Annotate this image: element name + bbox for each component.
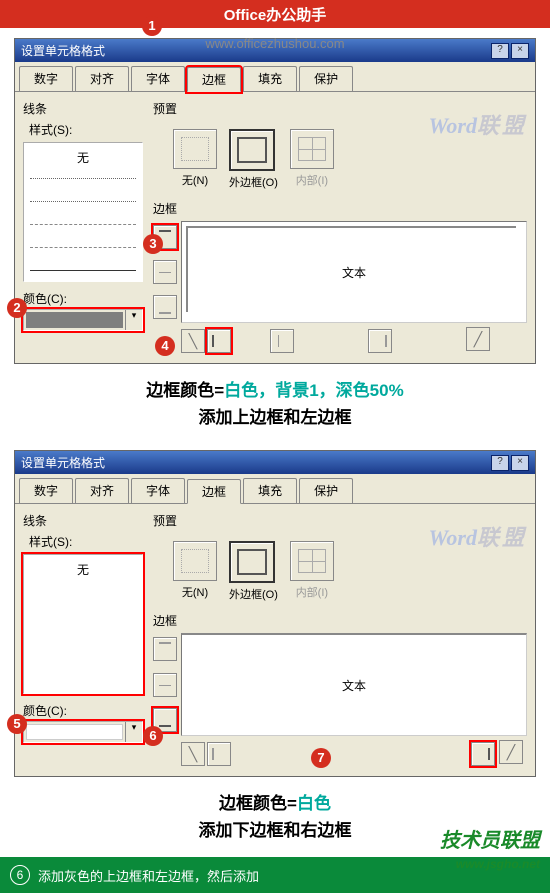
marker-3: 3 bbox=[143, 234, 163, 254]
dialog-1: 设置单元格格式 ? × 数字 对齐 字体 边框 填充 保护 Word联盟 线条 … bbox=[14, 38, 536, 364]
dialog-title: 设置单元格格式 bbox=[21, 454, 105, 471]
preset-inner[interactable]: 内部(I) bbox=[290, 541, 334, 602]
titlebar: 设置单元格格式 ? × bbox=[15, 451, 535, 474]
marker-4: 4 bbox=[155, 336, 175, 356]
style-label: 样式(S): bbox=[29, 533, 143, 550]
color-selector[interactable]: ▾ bbox=[23, 309, 143, 331]
preset-none[interactable]: 无(N) bbox=[173, 129, 217, 190]
dialog-body: Word联盟 线条 样式(S): 无 2 颜色(C): ▾ 预置 bbox=[15, 92, 535, 363]
style-none-option[interactable]: 无 bbox=[28, 559, 138, 580]
footer-logo: 技术员联盟 bbox=[440, 824, 540, 853]
preset-inner[interactable]: 内部(I) bbox=[290, 129, 334, 190]
style-option[interactable] bbox=[30, 247, 136, 260]
color-swatch bbox=[26, 724, 123, 740]
border-right-button[interactable] bbox=[471, 742, 495, 766]
step-text: 添加灰色的上边框和左边框，然后添加 bbox=[38, 866, 259, 885]
preset-outer-icon bbox=[237, 549, 267, 575]
dialog-2: 设置单元格格式 ? × 数字 对齐 字体 边框 填充 保护 Word联盟 线条 … bbox=[14, 450, 536, 777]
style-option[interactable] bbox=[30, 178, 136, 191]
lines-label: 线条 bbox=[23, 100, 143, 117]
tab-number[interactable]: 数字 bbox=[19, 478, 73, 503]
side-buttons bbox=[153, 633, 177, 736]
color-label: 颜色(C): bbox=[23, 702, 143, 719]
border-left-button[interactable] bbox=[207, 742, 231, 766]
top-banner: Office办公助手 bbox=[0, 0, 550, 28]
close-button[interactable]: × bbox=[511, 455, 529, 471]
watermark: Word联盟 bbox=[428, 520, 527, 552]
diag-down-button[interactable]: ╲ bbox=[181, 742, 205, 766]
tab-align[interactable]: 对齐 bbox=[75, 66, 129, 91]
tab-align[interactable]: 对齐 bbox=[75, 478, 129, 503]
marker-1: 1 bbox=[142, 16, 162, 36]
border-left-button[interactable] bbox=[207, 329, 231, 353]
border-bottom-button[interactable] bbox=[153, 295, 177, 319]
color-label: 颜色(C): bbox=[23, 290, 143, 307]
border-middle-button[interactable] bbox=[153, 260, 177, 284]
style-label: 样式(S): bbox=[29, 121, 143, 138]
color-swatch bbox=[26, 312, 123, 328]
color-dropdown-icon[interactable]: ▾ bbox=[125, 310, 142, 330]
marker-5: 5 bbox=[7, 714, 27, 734]
border-top-button[interactable] bbox=[153, 637, 177, 661]
tab-strip: 数字 对齐 字体 边框 填充 保护 bbox=[15, 474, 535, 504]
tab-protect[interactable]: 保护 bbox=[299, 478, 353, 503]
preset-inner-icon bbox=[298, 549, 326, 573]
diag-up-button[interactable]: ╱ bbox=[466, 327, 490, 351]
style-option[interactable] bbox=[30, 201, 136, 214]
preset-outer-icon bbox=[237, 137, 267, 163]
preset-outer[interactable]: 外边框(O) bbox=[229, 129, 278, 190]
help-button[interactable]: ? bbox=[491, 455, 509, 471]
color-selector[interactable]: ▾ bbox=[23, 721, 143, 743]
tab-protect[interactable]: 保护 bbox=[299, 66, 353, 91]
tab-font[interactable]: 字体 bbox=[131, 478, 185, 503]
tab-fill[interactable]: 填充 bbox=[243, 478, 297, 503]
preset-none-icon bbox=[181, 137, 209, 161]
marker-7: 7 bbox=[311, 748, 331, 768]
preset-outer[interactable]: 外边框(O) bbox=[229, 541, 278, 602]
preset-none[interactable]: 无(N) bbox=[173, 541, 217, 602]
border-right-button[interactable] bbox=[368, 329, 392, 353]
marker-6: 6 bbox=[143, 726, 163, 746]
tab-border[interactable]: 边框 bbox=[187, 479, 241, 504]
left-column: 线条 样式(S): 无 2 颜色(C): ▾ bbox=[23, 100, 143, 355]
border-middle-button[interactable] bbox=[153, 673, 177, 697]
border-label: 边框 bbox=[153, 200, 527, 217]
style-option[interactable] bbox=[30, 224, 136, 237]
style-none-option[interactable]: 无 bbox=[28, 147, 138, 168]
left-column: 线条 样式(S): 无 5 颜色(C): ▾ bbox=[23, 512, 143, 768]
step-number: 6 bbox=[10, 865, 30, 885]
preset-none-icon bbox=[181, 549, 209, 573]
tab-border[interactable]: 边框 bbox=[187, 67, 241, 92]
lines-label: 线条 bbox=[23, 512, 143, 529]
style-listbox[interactable]: 无 bbox=[23, 554, 143, 694]
border-label: 边框 bbox=[153, 612, 527, 629]
tab-font[interactable]: 字体 bbox=[131, 66, 185, 91]
color-dropdown-icon[interactable]: ▾ bbox=[125, 722, 142, 742]
preview-text: 文本 bbox=[342, 264, 366, 281]
caption-1: 边框颜色=白色，背景1，深色50% 添加上边框和左边框 bbox=[0, 364, 550, 444]
tab-number[interactable]: 数字 bbox=[19, 66, 73, 91]
banner-title: Office办公助手 bbox=[224, 4, 327, 25]
style-listbox[interactable]: 无 bbox=[23, 142, 143, 282]
dialog-body: Word联盟 线条 样式(S): 无 5 颜色(C): ▾ 预置 无(N) bbox=[15, 504, 535, 776]
style-option[interactable] bbox=[30, 270, 136, 282]
border-preview: 文本 bbox=[181, 221, 527, 323]
marker-2: 2 bbox=[7, 298, 27, 318]
border-preview: 文本 bbox=[181, 633, 527, 736]
tab-strip: 数字 对齐 字体 边框 填充 保护 bbox=[15, 62, 535, 92]
preview-text: 文本 bbox=[342, 677, 366, 694]
footer-logo-url: www.jsgho.net bbox=[456, 857, 540, 871]
border-vcenter-button[interactable] bbox=[270, 329, 294, 353]
diag-down-button[interactable]: ╲ bbox=[181, 329, 205, 353]
tab-fill[interactable]: 填充 bbox=[243, 66, 297, 91]
diag-up-button[interactable]: ╱ bbox=[499, 740, 523, 764]
preset-inner-icon bbox=[298, 137, 326, 161]
watermark: Word联盟 bbox=[428, 108, 527, 140]
banner-url: www.officezhushou.com bbox=[0, 36, 550, 51]
